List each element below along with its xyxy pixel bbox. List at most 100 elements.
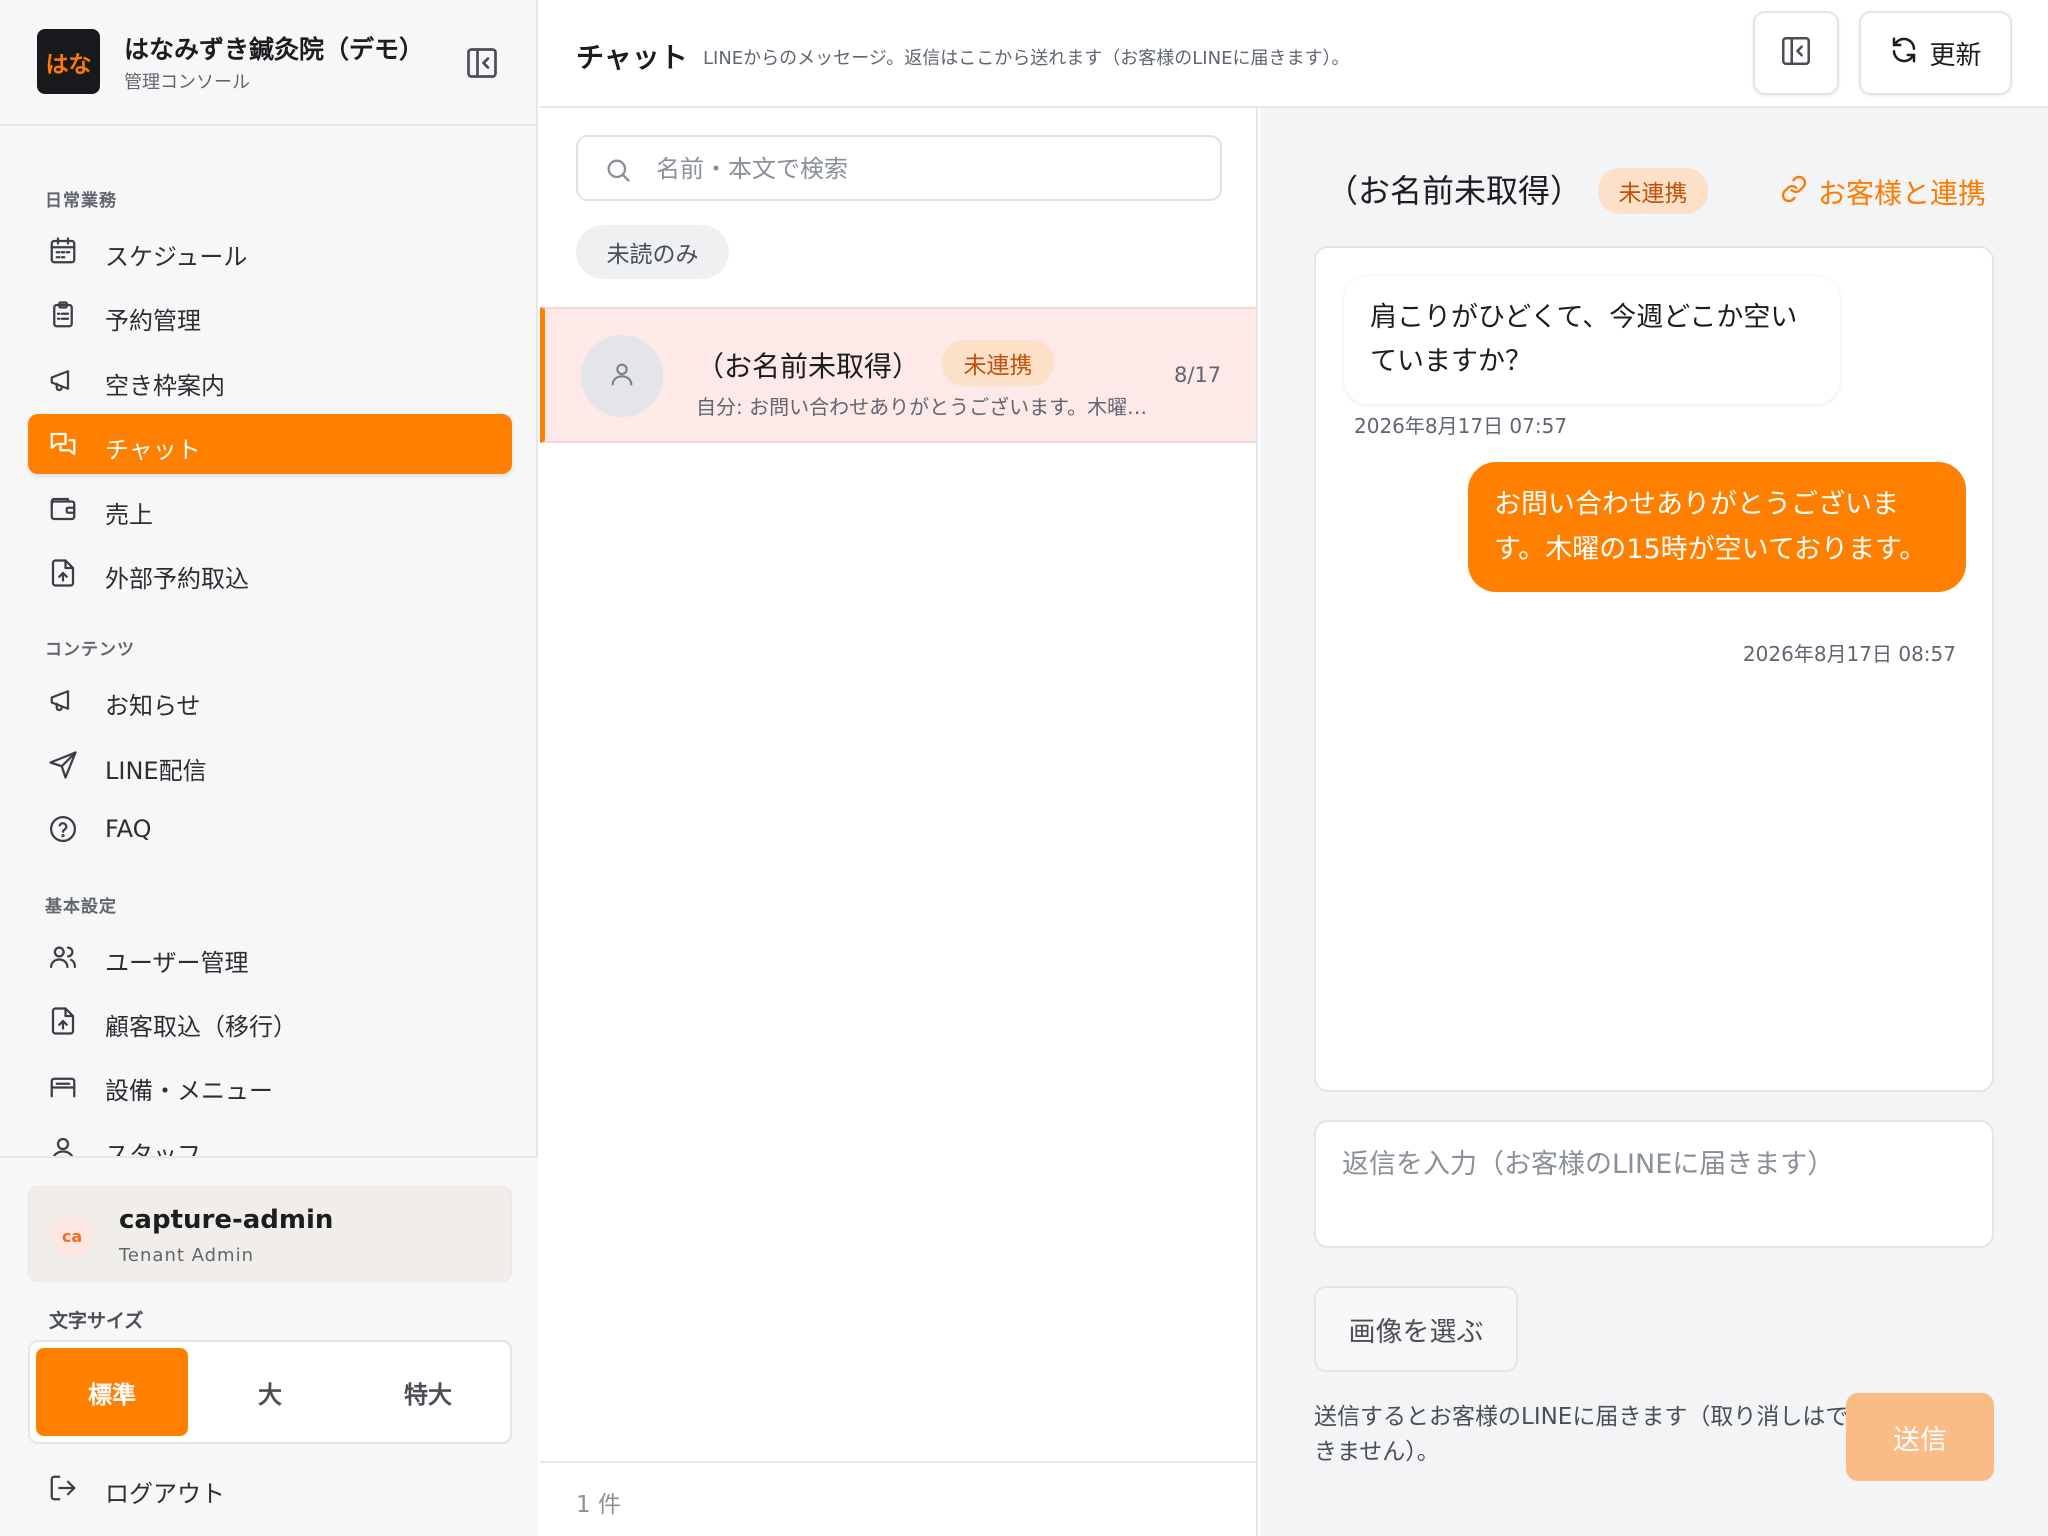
conversation-preview: 自分: お問い合わせありがとうございます。木曜の15時が空いております。 bbox=[696, 395, 1156, 419]
refresh-icon bbox=[1889, 35, 1929, 72]
reply-input[interactable] bbox=[1342, 1142, 1972, 1232]
conversation-count: 1 件 bbox=[576, 1492, 621, 1518]
user-card[interactable]: ca capture-admin Tenant Admin bbox=[28, 1186, 512, 1282]
avatar: ca bbox=[51, 1215, 93, 1257]
avatar bbox=[581, 335, 663, 417]
font-size-standard-button[interactable]: 標準 bbox=[36, 1348, 188, 1436]
sidebar-item-news[interactable]: お知らせ bbox=[28, 670, 512, 730]
users-icon bbox=[48, 942, 78, 972]
sidebar-footer: ca capture-admin Tenant Admin 文字サイズ 標準 大… bbox=[0, 1156, 538, 1536]
sidebar-item-customer-import[interactable]: 顧客取込（移行） bbox=[28, 991, 512, 1051]
sidebar-item-faq[interactable]: FAQ bbox=[28, 799, 512, 859]
brand-header: はな はなみずき鍼灸院（デモ） 管理コンソール bbox=[0, 0, 538, 126]
sidebar-item-sales[interactable]: 売上 bbox=[28, 479, 512, 539]
chat-icon bbox=[48, 429, 78, 459]
font-size-xlarge-button[interactable]: 特大 bbox=[352, 1348, 504, 1436]
refresh-label: 更新 bbox=[1929, 40, 1982, 71]
sidebar-item-label: 予約管理 bbox=[105, 307, 201, 335]
sidebar-item-label: スタッフ bbox=[105, 1141, 201, 1156]
sidebar-item-reservations[interactable]: 予約管理 bbox=[28, 285, 512, 345]
logout-label: ログアウト bbox=[105, 1480, 225, 1508]
sidebar-collapse-icon[interactable] bbox=[464, 45, 500, 81]
sidebar-item-chat[interactable]: チャット bbox=[28, 414, 512, 474]
wallet-icon bbox=[48, 494, 78, 524]
message-timestamp: 2026年8月17日 08:57 bbox=[1742, 642, 1956, 666]
send-button[interactable]: 送信 bbox=[1846, 1393, 1994, 1481]
file-upload-icon bbox=[48, 558, 78, 588]
send-note: 送信するとお客様のLINEに届きます（取り消しはできません）。 bbox=[1314, 1404, 1849, 1465]
nav-section-title: 日常業務 bbox=[45, 191, 117, 211]
toggle-panel-button[interactable] bbox=[1753, 11, 1839, 95]
brand-logo: はな bbox=[37, 29, 100, 94]
sidebar-item-label: 外部予約取込 bbox=[105, 565, 249, 593]
unread-only-filter[interactable]: 未読のみ bbox=[576, 225, 729, 279]
reply-box bbox=[1314, 1120, 1994, 1248]
logout-button[interactable]: ログアウト bbox=[28, 1458, 512, 1518]
user-name: capture-admin bbox=[119, 1205, 334, 1235]
status-badge: 未連携 bbox=[1598, 168, 1708, 214]
user-icon bbox=[48, 1134, 78, 1156]
sidebar-item-label: 空き枠案内 bbox=[105, 372, 225, 400]
conversation-name: （お名前未取得） bbox=[696, 350, 921, 383]
sidebar-item-equipment-menu[interactable]: 設備・メニュー bbox=[28, 1055, 512, 1115]
message-timestamp: 2026年8月17日 07:57 bbox=[1354, 414, 1568, 438]
link-icon bbox=[1780, 175, 1818, 210]
conversation-row[interactable]: （お名前未取得） 未連携 8/17 自分: お問い合わせありがとうございます。木… bbox=[540, 307, 1256, 443]
sidebar-nav: 日常業務 スケジュール 予約管理 空き枠案内 チャット 売上 外部予約取込 コン… bbox=[0, 126, 538, 1156]
sidebar-item-label: スケジュール bbox=[105, 243, 248, 271]
user-icon bbox=[608, 360, 636, 392]
sidebar-item-schedule[interactable]: スケジュール bbox=[28, 221, 512, 281]
status-badge: 未連携 bbox=[942, 340, 1054, 386]
sidebar-item-label: 売上 bbox=[105, 501, 153, 529]
sidebar-item-staff[interactable]: スタッフ bbox=[28, 1119, 512, 1156]
sidebar: はな はなみずき鍼灸院（デモ） 管理コンソール 日常業務 スケジュール 予約管理… bbox=[0, 0, 538, 1536]
calendar-icon bbox=[48, 236, 78, 266]
sidebar-item-label: お知らせ bbox=[105, 692, 201, 720]
page-header: チャット LINEからのメッセージ。返信はここから送れます（お客様のLINEに届… bbox=[540, 0, 2048, 108]
sidebar-item-label: 設備・メニュー bbox=[105, 1077, 273, 1105]
list-footer: 1 件 bbox=[540, 1461, 1256, 1536]
font-size-label: 文字サイズ bbox=[49, 1310, 144, 1332]
file-upload-icon bbox=[48, 1006, 78, 1036]
search-icon bbox=[604, 156, 632, 184]
user-role: Tenant Admin bbox=[119, 1245, 255, 1266]
link-customer-label: お客様と連携 bbox=[1818, 177, 1987, 210]
sidebar-item-line-broadcast[interactable]: LINE配信 bbox=[28, 735, 512, 795]
sidebar-item-external-import[interactable]: 外部予約取込 bbox=[28, 543, 512, 603]
search-box bbox=[576, 135, 1222, 201]
link-customer-button[interactable]: お客様と連携 bbox=[1780, 170, 1986, 214]
page-title: チャット bbox=[576, 41, 688, 74]
clipboard-icon bbox=[48, 300, 78, 330]
nav-section-title: 基本設定 bbox=[45, 897, 117, 917]
logout-icon bbox=[48, 1473, 78, 1503]
choose-image-button[interactable]: 画像を選ぶ bbox=[1314, 1286, 1518, 1372]
megaphone-icon bbox=[48, 685, 78, 715]
sidebar-item-label: チャット bbox=[105, 436, 201, 464]
sidebar-item-label: ユーザー管理 bbox=[105, 949, 249, 977]
incoming-message: 肩こりがひどくて、今週どこか空いていますか？ bbox=[1344, 276, 1840, 404]
refresh-button[interactable]: 更新 bbox=[1859, 11, 2012, 95]
sidebar-item-availability[interactable]: 空き枠案内 bbox=[28, 350, 512, 410]
conversation-date: 8/17 bbox=[1174, 363, 1222, 387]
sidebar-item-user-management[interactable]: ユーザー管理 bbox=[28, 927, 512, 987]
chat-contact-name: （お名前未取得） bbox=[1326, 172, 1583, 210]
sidebar-item-label: 顧客取込（移行） bbox=[105, 1013, 297, 1041]
sidebar-item-label: FAQ bbox=[105, 815, 152, 843]
nav-section-title: コンテンツ bbox=[45, 640, 135, 660]
page-subtitle: LINEからのメッセージ。返信はここから送れます（お客様のLINEに届きます）。 bbox=[703, 48, 1350, 69]
conversation-list-pane: 未読のみ （お名前未取得） 未連携 8/17 自分: お問い合わせありがとうござ… bbox=[540, 108, 1258, 1536]
font-size-toggle: 標準 大 特大 bbox=[28, 1340, 512, 1444]
megaphone-icon bbox=[48, 365, 78, 395]
outgoing-message: お問い合わせありがとうございます。木曜の15時が空いております。 bbox=[1468, 462, 1966, 592]
message-thread: 肩こりがひどくて、今週どこか空いていますか？ 2026年8月17日 07:57 … bbox=[1314, 246, 1994, 1092]
chat-pane: （お名前未取得） 未連携 お客様と連携 肩こりがひどくて、今週どこか空いています… bbox=[1260, 108, 2048, 1536]
help-circle-icon bbox=[48, 814, 78, 844]
font-size-large-button[interactable]: 大 bbox=[194, 1348, 346, 1436]
panel-left-icon bbox=[1779, 34, 1813, 72]
send-icon bbox=[48, 750, 78, 780]
brand-title: はなみずき鍼灸院（デモ） bbox=[124, 35, 425, 64]
sidebar-item-label: LINE配信 bbox=[105, 757, 207, 785]
search-input[interactable] bbox=[656, 147, 1206, 191]
bed-icon bbox=[48, 1070, 78, 1100]
brand-subtitle: 管理コンソール bbox=[124, 72, 250, 93]
